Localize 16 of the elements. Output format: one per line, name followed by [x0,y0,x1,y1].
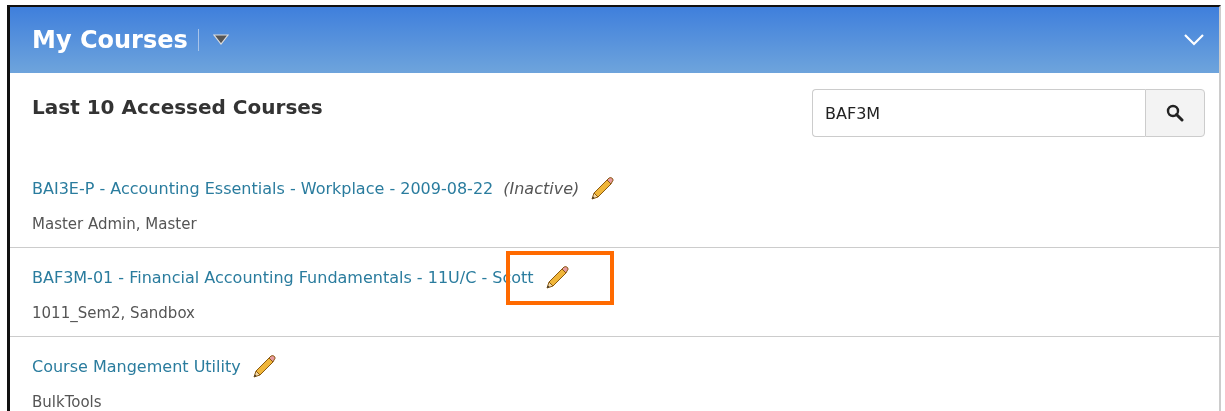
pencil-icon[interactable] [543,264,570,290]
course-status: (Inactive) [503,178,580,198]
section-heading: Last 10 Accessed Courses [32,95,323,119]
dropdown-icon[interactable] [212,34,229,46]
search-icon [1166,104,1184,122]
course-details: 1011_Sem2, Sandbox [32,304,196,322]
chevron-down-icon[interactable] [1183,33,1205,47]
panel-title: My Courses [32,26,188,54]
course-link[interactable]: Course Mangement Utility [32,356,241,376]
course-details: Master Admin, Master [32,215,198,233]
search-button[interactable] [1145,89,1205,137]
search-field[interactable]: BAF3M [812,89,1145,137]
course-details: BulkTools [32,393,103,411]
pencil-icon[interactable] [589,175,616,201]
pencil-icon[interactable] [250,353,277,379]
course-link[interactable]: BAI3E-P - Accounting Essentials - Workplace - 2009-08-22 [32,178,494,198]
